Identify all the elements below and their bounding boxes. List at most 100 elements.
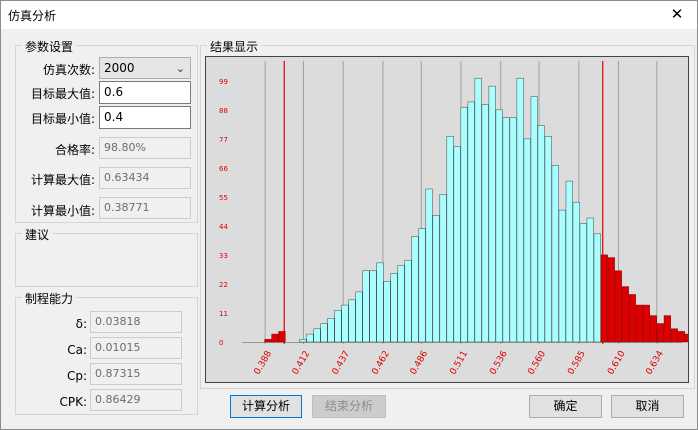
advice-group-title: 建议 <box>22 226 53 243</box>
histogram-bar <box>341 304 349 343</box>
y-tick-label: 99 <box>219 78 228 86</box>
cancel-button[interactable]: 取消 <box>611 395 684 418</box>
target-min-label: 目标最小值: <box>30 112 95 126</box>
y-tick-label: 77 <box>219 136 228 144</box>
x-tick-label: 0.610 <box>606 349 628 377</box>
x-tick-label: 0.536 <box>488 349 510 377</box>
histogram-bar <box>320 323 328 343</box>
histogram-bar <box>411 236 419 343</box>
cp-value: 0.87315 <box>90 363 182 385</box>
out-of-spec-bar <box>663 315 671 343</box>
params-group-title: 参数设置 <box>22 38 77 55</box>
sim-count-label: 仿真次数: <box>42 63 95 77</box>
out-of-spec-bar <box>656 323 664 343</box>
x-tick-label: 0.585 <box>566 349 588 376</box>
histogram-bar <box>516 77 524 343</box>
target-max-input[interactable]: 0.6 <box>99 81 191 104</box>
x-tick-label: 0.511 <box>448 349 470 376</box>
advice-group: 建议 <box>15 226 198 287</box>
calc-analysis-button[interactable]: 计算分析 <box>230 395 302 418</box>
cp-label: Cp: <box>66 369 87 383</box>
histogram-bar <box>481 104 489 343</box>
histogram-bar <box>432 215 440 343</box>
histogram-bar <box>446 135 454 343</box>
y-tick-label: 55 <box>219 194 228 202</box>
ca-value: 0.01015 <box>90 337 182 359</box>
histogram-bar <box>474 77 482 343</box>
out-of-spec-bar <box>621 286 629 343</box>
dialog-window: 仿真分析 ✕ 参数设置 仿真次数: 2000 ⌄ 目标最大值: 0.6 目标最小… <box>0 0 698 430</box>
histogram-bar <box>551 164 559 343</box>
histogram-bar <box>453 146 461 343</box>
x-tick-label: 0.560 <box>527 349 549 377</box>
out-of-spec-bar <box>642 304 650 343</box>
ok-button[interactable]: 确定 <box>529 395 602 418</box>
y-tick-label: 33 <box>219 252 228 260</box>
histogram-bar <box>299 339 307 343</box>
target-min-input[interactable]: 0.4 <box>99 106 191 129</box>
x-tick-label: 0.412 <box>291 349 313 376</box>
histogram-bar <box>509 117 517 343</box>
histogram-bar <box>537 125 545 343</box>
results-group-title: 结果显示 <box>207 38 262 55</box>
y-tick-label: 66 <box>219 165 228 173</box>
histogram-bar <box>355 291 363 343</box>
out-of-spec-bar <box>677 331 685 343</box>
x-tick-label: 0.634 <box>644 349 666 377</box>
histogram-bar <box>348 299 356 343</box>
histogram-bar <box>390 273 398 343</box>
y-tick-label: 22 <box>219 281 228 289</box>
calc-max-label: 计算最大值: <box>30 173 95 187</box>
calc-min-value: 0.38771 <box>99 197 191 219</box>
out-of-spec-bar <box>628 294 636 343</box>
histogram-bar <box>439 194 447 343</box>
out-of-spec-bar <box>264 339 272 343</box>
histogram-chart: 0.388 0.412 0.437 0.462 0.486 0.511 0.536 0.560… <box>205 56 698 383</box>
out-of-spec-bar <box>684 333 692 343</box>
out-of-spec-bar <box>607 257 615 343</box>
title-bar: 仿真分析 ✕ <box>1 1 697 29</box>
histogram-bar <box>362 270 370 343</box>
y-tick-label: 44 <box>219 223 228 231</box>
histogram-bar <box>334 310 342 343</box>
x-tick-label: 0.388 <box>253 349 275 377</box>
x-tick-label: 0.486 <box>409 349 431 377</box>
sim-count-value: 2000 <box>104 61 135 75</box>
close-icon[interactable]: ✕ <box>657 1 697 29</box>
histogram-bar <box>383 281 391 343</box>
out-of-spec-bar <box>649 315 657 343</box>
histogram-bar <box>418 228 426 343</box>
calc-min-label: 计算最小值: <box>30 204 95 218</box>
stop-analysis-button[interactable]: 结束分析 <box>312 395 386 418</box>
out-of-spec-bar <box>271 333 279 343</box>
out-of-spec-bar <box>614 270 622 343</box>
y-tick-label: 88 <box>219 107 228 115</box>
histogram-bar <box>558 209 566 343</box>
histogram-bar <box>376 262 384 343</box>
target-max-label: 目标最大值: <box>30 87 95 101</box>
out-of-spec-bar <box>600 254 608 343</box>
sigma-label: δ: <box>75 317 87 331</box>
histogram-bar <box>404 259 412 343</box>
x-tick-label: 0.437 <box>331 349 353 376</box>
histogram-bar <box>495 109 503 343</box>
chevron-down-icon: ⌄ <box>175 62 185 75</box>
capability-group-title: 制程能力 <box>22 290 77 307</box>
y-tick-label: 11 <box>219 310 228 318</box>
window-title: 仿真分析 <box>8 9 57 23</box>
histogram-bar <box>369 270 377 343</box>
cpk-value: 0.86429 <box>90 389 182 411</box>
histogram-bar <box>397 265 405 343</box>
histogram-svg: 0.388 0.412 0.437 0.462 0.486 0.511 0.536 0.560… <box>219 61 698 377</box>
histogram-bar <box>313 328 321 343</box>
histogram-bar <box>530 96 538 343</box>
histogram-bar <box>565 180 573 343</box>
histogram-bar <box>467 101 475 343</box>
pass-rate-label: 合格率: <box>54 143 95 157</box>
out-of-spec-bar <box>635 304 643 343</box>
calc-max-value: 0.63434 <box>99 167 191 189</box>
sim-count-select[interactable]: 2000 ⌄ <box>99 57 191 79</box>
pass-rate-value: 98.80% <box>99 137 191 159</box>
histogram-bar <box>544 135 552 343</box>
histogram-bar <box>523 138 531 343</box>
